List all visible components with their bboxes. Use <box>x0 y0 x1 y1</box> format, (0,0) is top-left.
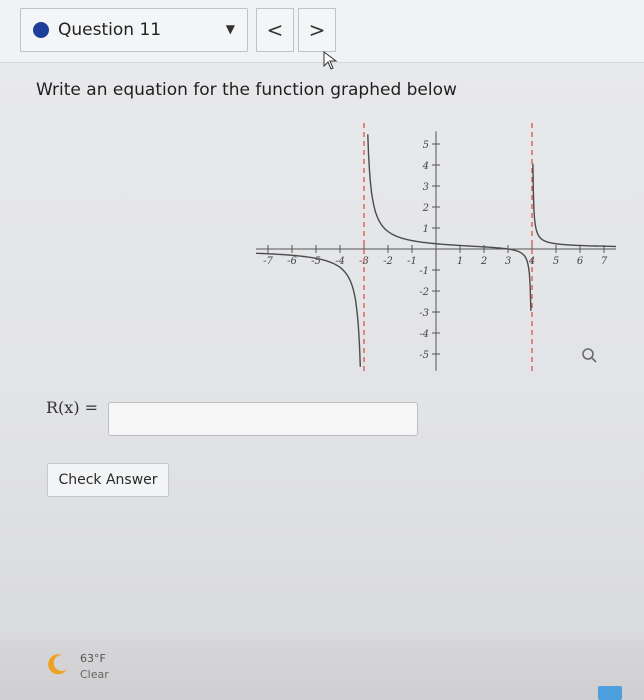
previous-question-button[interactable]: < <box>256 8 294 52</box>
y-tick-label: 3 <box>423 182 429 193</box>
y-tick-label: 2 <box>422 203 429 214</box>
x-tick-label: -4 <box>335 256 345 267</box>
weather-temperature: 63°F <box>80 652 106 665</box>
x-tick-labels: -7 -6 -5 -4 -3 -2 -1 1 2 3 4 5 6 7 <box>263 256 608 267</box>
question-prompt: Write an equation for the function graph… <box>36 80 457 100</box>
moon-icon <box>48 654 67 675</box>
y-tick-label: -2 <box>419 287 429 298</box>
graph-axes <box>256 131 616 371</box>
answer-label: R(x) = <box>46 398 99 417</box>
weather-condition: Clear <box>80 668 109 681</box>
answer-input[interactable] <box>108 402 418 436</box>
y-tick-label: -5 <box>419 350 429 361</box>
question-status-dot <box>33 22 49 38</box>
y-tick-label: -1 <box>419 266 429 277</box>
left-branch-curve <box>256 252 361 367</box>
mouse-cursor-icon <box>323 51 338 70</box>
y-tick-labels: 5 4 3 2 1 -1 -2 -3 -4 -5 <box>419 140 429 361</box>
x-tick-label: 2 <box>480 256 487 267</box>
x-tick-label: 4 <box>528 256 535 267</box>
check-answer-button[interactable]: Check Answer <box>47 463 169 497</box>
x-tick-label: -7 <box>263 256 273 267</box>
next-question-button[interactable]: > <box>298 8 336 52</box>
caret-down-icon: ▼ <box>225 22 235 36</box>
x-tick-label: -6 <box>287 256 297 267</box>
system-tray-icon[interactable] <box>598 686 622 700</box>
x-tick-label: -5 <box>311 256 321 267</box>
y-tick-label: -4 <box>419 329 429 340</box>
chevron-right-icon: > <box>308 18 326 42</box>
x-tick-label: 6 <box>577 256 584 267</box>
x-tick-label: -3 <box>359 256 369 267</box>
y-tick-label: 5 <box>423 140 429 151</box>
chevron-left-icon: < <box>266 18 284 42</box>
x-tick-label: 1 <box>457 256 463 267</box>
y-tick-label: 4 <box>422 161 429 172</box>
x-tick-label: 7 <box>601 256 608 267</box>
x-tick-label: -1 <box>407 256 417 267</box>
y-tick-label: -3 <box>419 308 429 319</box>
question-label: Question 11 <box>58 20 162 40</box>
zoom-icon <box>582 348 597 363</box>
question-selector[interactable]: Question 11 ▼ <box>20 8 248 52</box>
x-tick-label: 3 <box>505 256 511 267</box>
x-tick-label: 5 <box>553 256 559 267</box>
function-graph: -7 -6 -5 -4 -3 -2 -1 1 2 3 4 5 6 7 5 4 3 2 1 -1 -2 -3 -4 -5 <box>256 123 616 375</box>
y-tick-label: 1 <box>423 224 429 235</box>
x-tick-label: -2 <box>383 256 393 267</box>
middle-branch-curve <box>367 134 532 311</box>
right-branch-curve <box>532 163 616 248</box>
